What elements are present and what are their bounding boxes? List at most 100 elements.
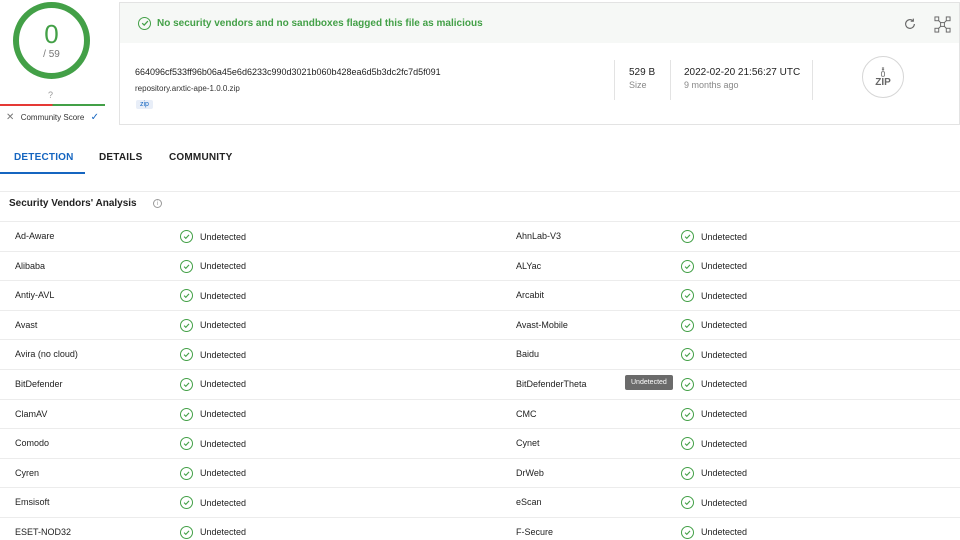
vendor-name: BitDefender bbox=[15, 378, 63, 389]
vendor-result-label: Undetected bbox=[701, 231, 748, 242]
vendor-result-label: Undetected bbox=[701, 527, 748, 538]
card-actions bbox=[901, 15, 951, 33]
check-circle-icon bbox=[180, 259, 193, 273]
vendor-result: Undetected bbox=[180, 318, 247, 332]
tab-community[interactable]: COMMUNITY bbox=[169, 152, 232, 163]
table-row: Avast Undetected Avast-Mobile Undetected bbox=[0, 309, 960, 340]
check-circle-icon bbox=[138, 16, 151, 30]
last-analysis-date: 2022-02-20 21:56:27 UTC bbox=[684, 67, 801, 78]
vendor-result: Undetected bbox=[681, 259, 748, 273]
section-title: Security Vendors' Analysis bbox=[9, 198, 137, 209]
vendor-result-label: Undetected bbox=[200, 409, 247, 420]
tab-detection[interactable]: DETECTION bbox=[14, 152, 74, 163]
check-circle-icon bbox=[180, 348, 193, 362]
vendor-result-label: Undetected bbox=[200, 379, 247, 390]
community-score-bar bbox=[0, 104, 105, 106]
vendor-result-label: Undetected bbox=[701, 261, 748, 272]
vendor-result: Undetected bbox=[681, 377, 748, 391]
check-circle-icon bbox=[180, 230, 193, 243]
vendor-result-label: Undetected bbox=[200, 320, 247, 331]
table-row: BitDefender Undetected BitDefenderTheta Und… bbox=[0, 368, 960, 399]
tab-details[interactable]: DETAILS bbox=[99, 152, 142, 163]
info-icon[interactable]: i bbox=[153, 199, 162, 208]
vendor-result: Undetected bbox=[180, 348, 246, 362]
check-circle-icon bbox=[180, 525, 193, 539]
verdict-banner: No security vendors and no sandboxes fla… bbox=[120, 3, 959, 43]
vendor-result: Undetected bbox=[681, 230, 747, 243]
vendor-result-label: Undetected bbox=[200, 438, 247, 449]
vendor-result-label: Undetected bbox=[701, 320, 748, 331]
vendor-name: Ad-Aware bbox=[15, 231, 55, 241]
vendor-name: Cynet bbox=[516, 438, 540, 449]
file-size-label: Size bbox=[629, 80, 647, 90]
check-circle-icon bbox=[180, 466, 193, 480]
vote-harmless-icon[interactable]: ✓ bbox=[91, 112, 99, 123]
vendor-result-label: Undetected bbox=[701, 379, 748, 390]
score-ring: 0 / 59 bbox=[13, 2, 90, 79]
vendor-result: Undetected bbox=[681, 525, 748, 539]
vendor-name: ClamAV bbox=[15, 408, 48, 419]
vendor-result-label: Undetected bbox=[200, 261, 247, 272]
vendor-name: ESET-NOD32 bbox=[15, 526, 72, 537]
vendor-result-label: Undetected bbox=[200, 497, 247, 508]
vendor-name: Cyren bbox=[15, 467, 40, 478]
vendor-result: Undetected bbox=[681, 466, 747, 480]
file-type-badge: ZIP bbox=[862, 56, 904, 98]
check-circle-icon bbox=[180, 496, 193, 510]
graph-icon[interactable] bbox=[933, 15, 951, 33]
vendor-result-label: Undetected bbox=[701, 497, 748, 508]
table-row: Avira (no cloud) Undetected Baidu Undetecte… bbox=[0, 339, 960, 369]
vendor-result-label: Undetected bbox=[701, 438, 748, 449]
vendor-result: Undetected bbox=[180, 289, 247, 303]
report-tabs: DETECTION DETAILS COMMUNITY bbox=[0, 145, 960, 175]
file-hash[interactable]: 664096cf533ff96b06a45e6d6233c990d3021b06… bbox=[135, 67, 441, 77]
check-circle-icon bbox=[180, 318, 193, 332]
table-row: Cyren Undetected DrWeb Undetected bbox=[0, 457, 960, 488]
vendor-name: Avast-Mobile bbox=[516, 319, 568, 330]
check-circle-icon bbox=[681, 496, 694, 510]
table-row: Comodo Undetected Cynet Undetected bbox=[0, 428, 960, 458]
vendor-name: ALYac bbox=[516, 260, 542, 271]
table-row: Antiy-AVL Undetected Arcabit Undetected bbox=[0, 280, 960, 310]
vendor-name: CMC bbox=[516, 408, 537, 419]
zipper-icon bbox=[881, 66, 885, 77]
vendor-name: Alibaba bbox=[15, 260, 46, 271]
table-row: Emsisoft Undetected eScan Undetected bbox=[0, 487, 960, 517]
check-circle-icon bbox=[180, 407, 193, 421]
table-row: Ad-Aware Undetected AhnLab-V3 Undetected bbox=[0, 221, 960, 251]
vendor-name: Avira (no cloud) bbox=[15, 349, 78, 360]
check-circle-icon bbox=[681, 289, 694, 303]
vendor-result-label: Undetected bbox=[701, 409, 748, 420]
file-tag[interactable]: zip bbox=[136, 100, 153, 109]
check-circle-icon bbox=[180, 289, 193, 303]
check-circle-icon bbox=[681, 348, 694, 362]
vendor-result: Undetected bbox=[180, 466, 246, 480]
vendor-name: Comodo bbox=[15, 438, 50, 449]
vendor-result: Undetected bbox=[180, 377, 247, 391]
vendor-name: Avast bbox=[15, 319, 38, 330]
vendor-name: Arcabit bbox=[516, 290, 545, 301]
section-divider bbox=[0, 191, 960, 192]
divider bbox=[812, 60, 813, 100]
vendor-result: Undetected bbox=[681, 437, 748, 451]
vote-malicious-icon[interactable]: ✕ bbox=[6, 112, 14, 123]
vendor-name: Baidu bbox=[516, 349, 540, 360]
divider bbox=[670, 60, 671, 100]
vendor-name: BitDefenderTheta bbox=[516, 378, 587, 389]
vendors-table: Ad-Aware Undetected AhnLab-V3 Undetected Ali… bbox=[0, 221, 960, 540]
vendor-result-label: Undetected bbox=[200, 527, 247, 538]
active-tab-indicator bbox=[0, 172, 85, 174]
table-row: Alibaba Undetected ALYac Undetected bbox=[0, 250, 960, 281]
vendor-result: Undetected bbox=[180, 230, 246, 243]
vendor-name: Antiy-AVL bbox=[15, 290, 55, 301]
vendor-name: DrWeb bbox=[516, 467, 544, 478]
vendor-result-label: Undetected bbox=[200, 290, 247, 301]
vendor-result: Undetected bbox=[180, 437, 247, 451]
vendor-name: AhnLab-V3 bbox=[516, 231, 562, 241]
table-row: ClamAV Undetected CMC Undetected bbox=[0, 398, 960, 429]
file-summary-card: No security vendors and no sandboxes fla… bbox=[119, 2, 960, 125]
reanalyze-icon[interactable] bbox=[901, 15, 919, 33]
score-value: 0 bbox=[44, 19, 59, 49]
check-circle-icon bbox=[681, 525, 694, 539]
check-circle-icon bbox=[180, 437, 193, 451]
